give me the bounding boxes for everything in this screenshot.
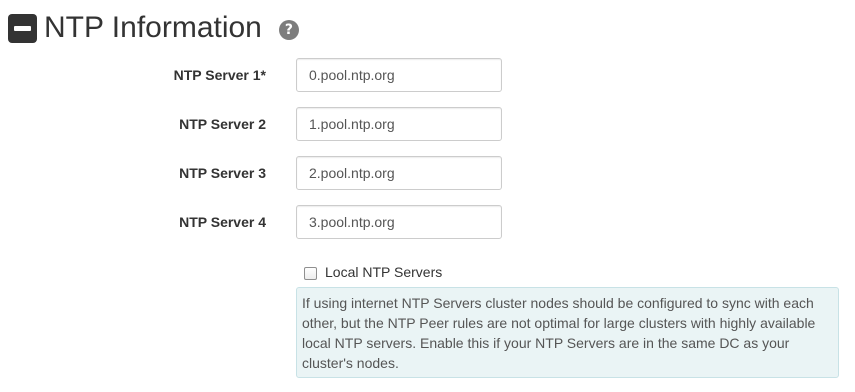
minus-bar xyxy=(14,25,31,31)
local-ntp-servers-checkbox-row: Local NTP Servers xyxy=(304,262,442,282)
ntp-server-1-row: NTP Server 1* xyxy=(0,58,855,92)
ntp-server-3-row: NTP Server 3 xyxy=(0,156,855,190)
local-ntp-servers-label[interactable]: Local NTP Servers xyxy=(325,264,442,280)
ntp-server-2-label: NTP Server 2 xyxy=(179,116,266,132)
local-ntp-servers-checkbox[interactable] xyxy=(304,266,317,280)
section-header: NTP Information ? xyxy=(8,8,299,48)
ntp-server-3-input[interactable] xyxy=(296,156,502,190)
ntp-server-2-row: NTP Server 2 xyxy=(0,107,855,141)
ntp-server-4-label: NTP Server 4 xyxy=(179,214,266,230)
ntp-server-1-input[interactable] xyxy=(296,58,502,92)
ntp-server-3-label: NTP Server 3 xyxy=(179,165,266,181)
section-title: NTP Information xyxy=(44,11,262,44)
ntp-server-4-input[interactable] xyxy=(296,205,502,239)
minus-square-icon[interactable] xyxy=(8,13,37,43)
local-ntp-help-box: If using internet NTP Servers cluster no… xyxy=(296,287,839,378)
ntp-server-2-input[interactable] xyxy=(296,107,502,141)
ntp-server-1-label: NTP Server 1* xyxy=(173,67,266,83)
question-circle-icon[interactable]: ? xyxy=(278,20,299,40)
ntp-server-4-row: NTP Server 4 xyxy=(0,205,855,239)
